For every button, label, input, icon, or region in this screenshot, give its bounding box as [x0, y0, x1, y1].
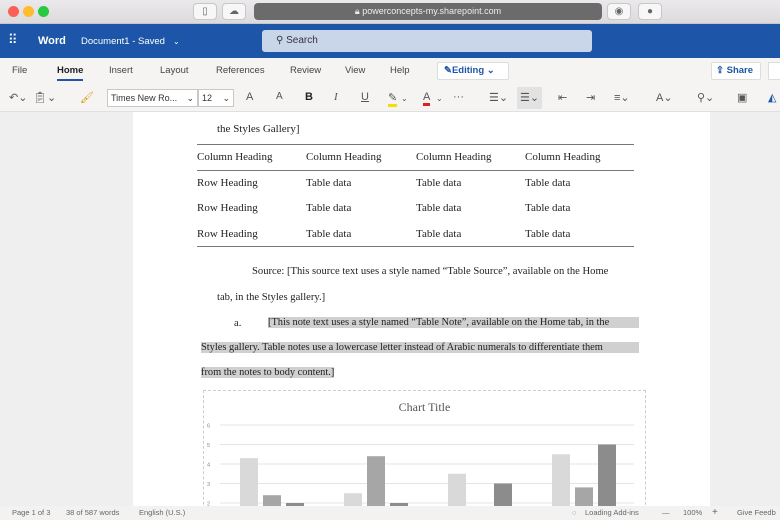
bar-series1-cat3 — [448, 473, 466, 506]
bar-series2-cat2 — [367, 456, 385, 506]
loading-icon: ◌ — [572, 508, 577, 517]
y-tick-label: 4 — [207, 463, 210, 469]
bar-series2-cat1 — [263, 495, 281, 506]
addins-status: Loading Add-ins — [585, 508, 639, 517]
word-count[interactable]: 38 of 587 words — [66, 506, 119, 520]
y-tick-label: 5 — [207, 443, 210, 449]
language[interactable]: English (U.S.) — [139, 506, 185, 520]
zoom-in-button[interactable]: + — [712, 506, 718, 520]
zoom-level[interactable]: 100% — [683, 506, 702, 520]
bar-series3-cat3 — [494, 483, 512, 506]
page-count: Page 1 of 3 — [12, 508, 51, 517]
bar-chart: 23456 — [207, 424, 634, 506]
bar-series1-cat2 — [344, 493, 362, 506]
bar-series1-cat1 — [240, 458, 258, 506]
y-tick-label: 3 — [207, 482, 210, 488]
bar-series3-cat4 — [598, 444, 616, 506]
y-tick-label: 6 — [207, 424, 210, 430]
bar-series2-cat4 — [575, 487, 593, 506]
bar-series1-cat4 — [552, 454, 570, 506]
zoom-out-button[interactable]: — — [662, 506, 670, 520]
feedback-link[interactable]: Give Feedb — [737, 506, 776, 520]
status-bar: Page 1 of 3 38 of 587 words English (U.S… — [0, 506, 780, 520]
